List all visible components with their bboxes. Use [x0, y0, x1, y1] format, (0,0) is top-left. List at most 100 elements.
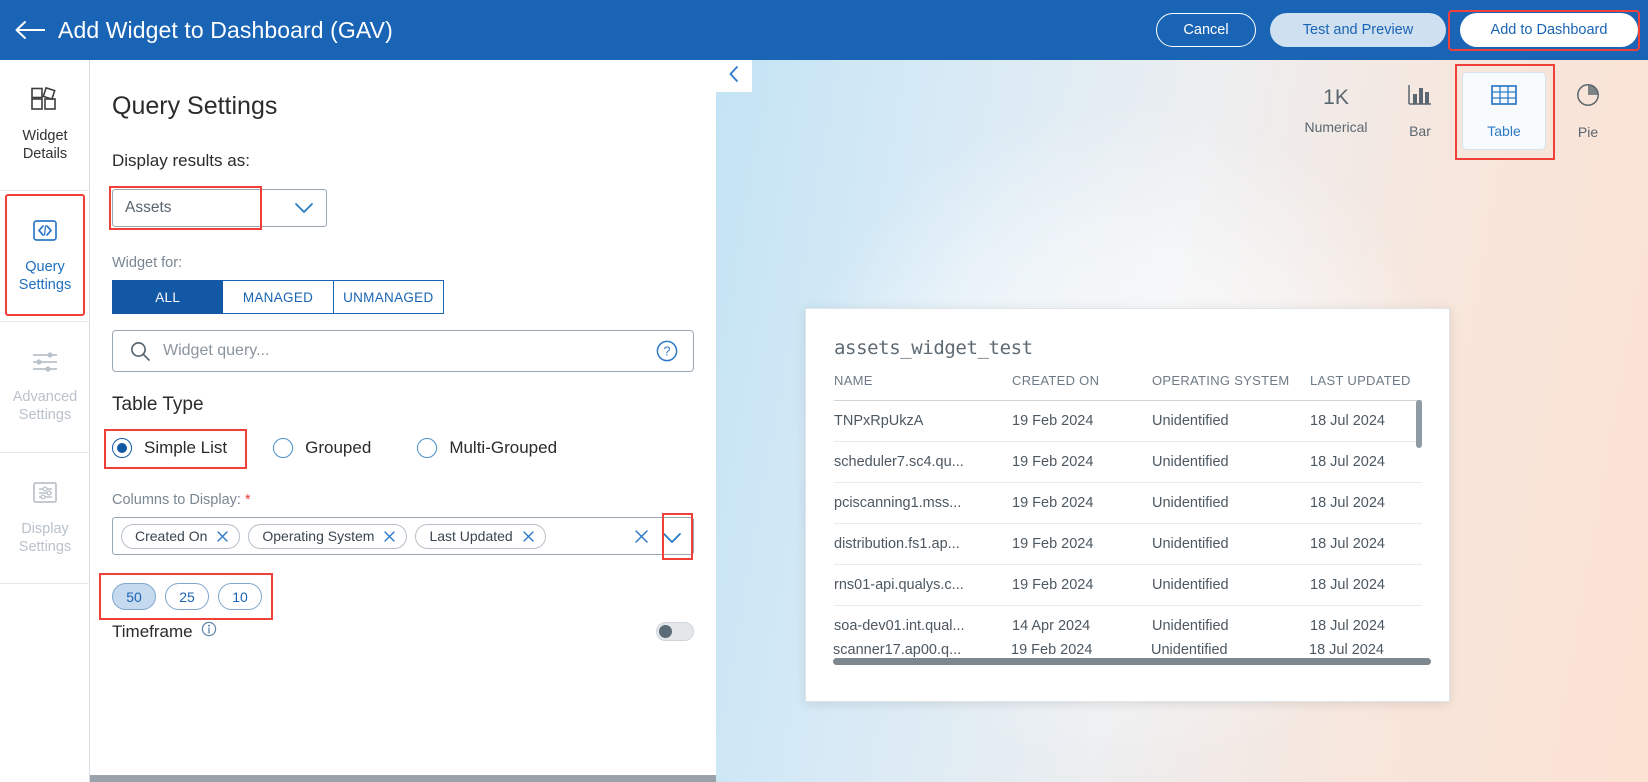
cell-name: pciscanning1.mss... — [834, 482, 1012, 524]
cancel-button[interactable]: Cancel — [1156, 13, 1256, 47]
cell-created: 19 Feb 2024 — [1012, 523, 1152, 565]
columns-to-display-field[interactable]: Created On Operating System Last Updated — [112, 513, 694, 560]
cell-updated: 18 Jul 2024 — [1310, 605, 1422, 646]
cell-created: 19 Feb 2024 — [1012, 400, 1152, 442]
chip-label: Operating System — [262, 528, 375, 544]
preview-widget-title: assets_widget_test — [834, 337, 1033, 359]
chart-type-table[interactable]: Table — [1455, 64, 1555, 160]
column-header-os: OPERATING SYSTEM — [1152, 373, 1290, 388]
sliders-icon — [30, 350, 60, 379]
segment-all[interactable]: ALL — [112, 280, 224, 314]
chart-type-pie[interactable]: Pie — [1546, 72, 1630, 150]
display-results-select-wrap: Assets — [109, 186, 327, 230]
cell-os: Unidentified — [1152, 523, 1310, 565]
preview-data-table: NAME CREATED ON OPERATING SYSTEM LAST UP… — [834, 373, 1422, 646]
preview-table-vertical-scrollbar[interactable] — [1416, 400, 1422, 448]
cell-name: soa-dev01.int.qual... — [834, 605, 1012, 646]
close-x-icon[interactable] — [522, 530, 535, 543]
widget-for-label: Widget for: — [112, 255, 183, 271]
chevron-down-icon[interactable] — [662, 531, 682, 549]
chart-type-selector: 1K Numerical Bar Table Pie — [1294, 64, 1630, 160]
radio-indicator — [417, 438, 438, 458]
timeframe-label: Timeframe — [112, 621, 217, 642]
cell-name: TNPxRpUkzA — [834, 400, 1012, 442]
widget-preview-panel: 1K Numerical Bar Table Pie assets_widget… — [716, 60, 1648, 782]
segment-managed[interactable]: MANAGED — [223, 280, 334, 314]
radio-label: Multi-Grouped — [449, 438, 558, 457]
question-circle-icon[interactable]: ? — [655, 339, 679, 363]
table-row[interactable]: distribution.fs1.ap... 19 Feb 2024 Unide… — [834, 523, 1422, 565]
cell-created: 19 Feb 2024 — [1012, 564, 1152, 606]
timeframe-toggle[interactable] — [656, 622, 694, 641]
numerical-icon: 1K — [1323, 86, 1349, 109]
chip-operating-system[interactable]: Operating System — [248, 523, 408, 549]
close-x-icon[interactable] — [216, 530, 229, 543]
segment-unmanaged[interactable]: UNMANAGED — [333, 280, 444, 314]
page-size-10[interactable]: 10 — [218, 583, 262, 610]
info-circle-icon[interactable] — [201, 621, 217, 642]
page-size-25[interactable]: 25 — [165, 583, 209, 610]
radio-multi-grouped[interactable]: Multi-Grouped — [417, 438, 557, 458]
radio-indicator — [273, 438, 294, 458]
chip-last-updated[interactable]: Last Updated — [415, 523, 546, 549]
chart-type-label: Pie — [1577, 124, 1599, 140]
required-marker: * — [244, 492, 251, 508]
test-and-preview-button[interactable]: Test and Preview — [1270, 13, 1446, 47]
form-horizontal-scrollbar[interactable] — [90, 775, 716, 782]
page-size-50[interactable]: 50 — [112, 583, 156, 610]
cell-os: Unidentified — [1152, 605, 1310, 646]
chart-type-label: Bar — [1409, 123, 1431, 139]
table-header-row: NAME CREATED ON OPERATING SYSTEM LAST UP… — [834, 373, 1422, 401]
table-type-heading: Table Type — [112, 394, 204, 415]
cell-name: rns01-api.qualys.c... — [834, 564, 1012, 606]
table-row[interactable]: TNPxRpUkzA 19 Feb 2024 Unidentified 18 J… — [834, 400, 1422, 442]
column-header-updated: LAST UPDATED — [1310, 373, 1411, 388]
chip-created-on[interactable]: Created On — [121, 523, 241, 549]
widget-blocks-icon — [30, 86, 60, 118]
preview-table-horizontal-scrollbar[interactable] — [833, 658, 1431, 665]
svg-text:?: ? — [664, 345, 671, 359]
radio-simple-list[interactable]: Simple List — [112, 438, 227, 458]
sidebar-item-widget-details[interactable]: Widget Details — [0, 60, 90, 191]
radio-grouped[interactable]: Grouped — [273, 438, 371, 458]
add-to-dashboard-button[interactable]: Add to Dashboard — [1460, 13, 1638, 47]
cell-os: Unidentified — [1152, 482, 1310, 524]
column-header-name: NAME — [834, 373, 873, 388]
display-results-select[interactable]: Assets — [112, 189, 327, 227]
highlight-box-query-settings — [5, 194, 85, 316]
sidebar-item-query-settings[interactable]: Query Settings — [0, 191, 90, 322]
page-size-group: 50 25 10 — [99, 573, 716, 620]
cell-updated: 18 Jul 2024 — [1310, 400, 1422, 442]
sidebar-item-advanced-settings[interactable]: Advanced Settings — [0, 322, 90, 453]
cell-created: 14 Apr 2024 — [1012, 605, 1152, 646]
cell-updated: 18 Jul 2024 — [1310, 523, 1422, 565]
code-brackets-icon — [30, 218, 60, 249]
top-app-bar: Add Widget to Dashboard (GAV) Cancel Tes… — [0, 0, 1648, 60]
table-icon — [1490, 83, 1518, 112]
widget-query-searchbar: ? — [112, 330, 694, 372]
table-row[interactable]: rns01-api.qualys.c... 19 Feb 2024 Uniden… — [834, 564, 1422, 606]
panel-heading: Query Settings — [112, 92, 278, 120]
table-row[interactable]: scheduler7.sc4.qu... 19 Feb 2024 Unident… — [834, 441, 1422, 483]
column-header-created: CREATED ON — [1012, 373, 1100, 388]
clear-all-columns-icon[interactable] — [634, 529, 649, 549]
back-arrow-icon[interactable] — [8, 0, 54, 60]
widget-query-input[interactable] — [163, 342, 655, 360]
radio-label: Grouped — [305, 438, 372, 457]
display-list-icon — [30, 480, 60, 511]
cell-created: 19 Feb 2024 — [1011, 642, 1093, 658]
sidebar-item-display-settings[interactable]: Display Settings — [0, 453, 90, 584]
collapse-panel-button[interactable] — [716, 60, 752, 92]
cell-created: 19 Feb 2024 — [1012, 482, 1152, 524]
query-settings-panel: Query Settings Display results as: Asset… — [90, 60, 716, 782]
cell-os: Unidentified — [1152, 400, 1310, 442]
close-x-icon[interactable] — [383, 530, 396, 543]
table-row[interactable]: pciscanning1.mss... 19 Feb 2024 Unidenti… — [834, 482, 1422, 524]
radio-indicator — [112, 438, 132, 458]
cell-updated: 18 Jul 2024 — [1310, 482, 1422, 524]
chart-type-bar[interactable]: Bar — [1378, 72, 1462, 150]
chart-type-numerical[interactable]: 1K Numerical — [1294, 72, 1378, 150]
table-type-radio-group: Simple List Grouped Multi-Grouped — [104, 429, 716, 469]
search-icon — [129, 340, 151, 362]
table-row[interactable]: soa-dev01.int.qual... 14 Apr 2024 Uniden… — [834, 605, 1422, 646]
